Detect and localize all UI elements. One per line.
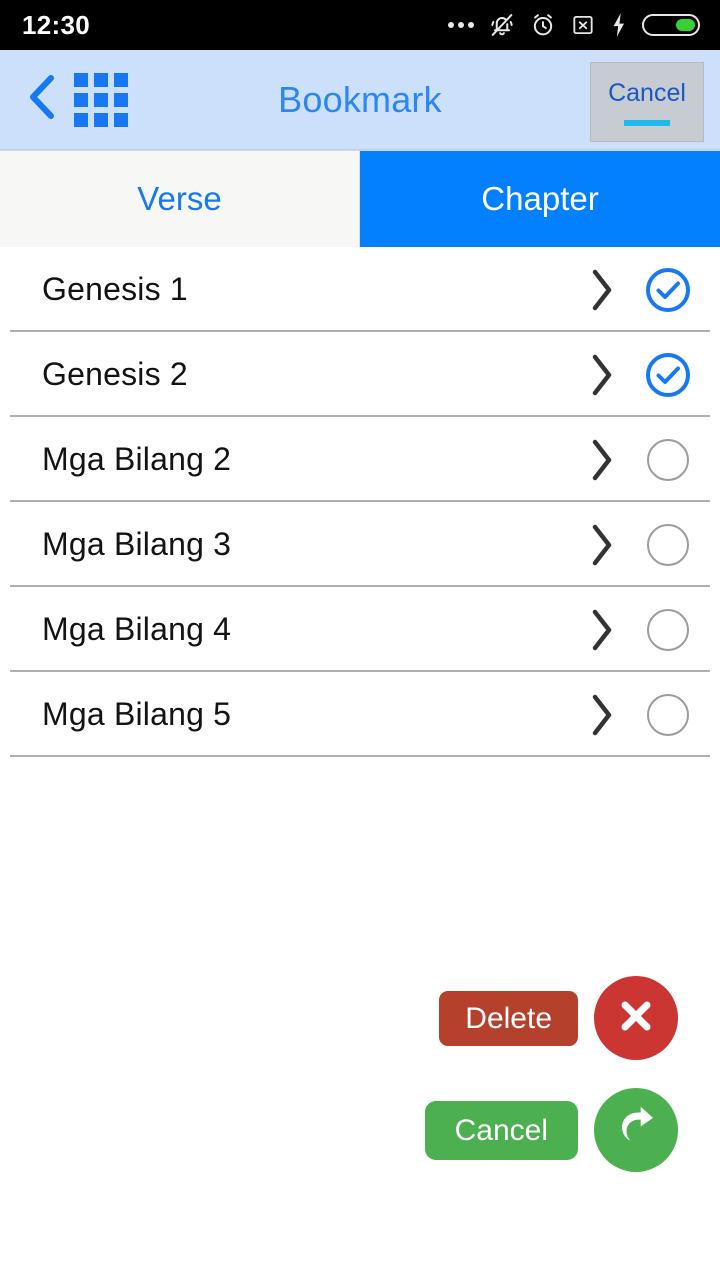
navbar-cancel-focus-indicator (624, 119, 670, 126)
navbar-left-group (0, 72, 128, 127)
status-icon-group (448, 11, 702, 39)
navbar-cancel-button[interactable]: Cancel (590, 62, 704, 142)
list-item[interactable]: Mga Bilang 3 (0, 502, 720, 587)
alarm-clock-icon (529, 11, 557, 39)
list-item-label: Genesis 2 (42, 356, 188, 392)
vibrate-off-icon (488, 11, 516, 39)
charging-bolt-icon (609, 12, 629, 38)
checkbox-unchecked-icon[interactable] (642, 520, 694, 570)
status-clock: 12:30 (22, 9, 90, 40)
apps-grid-icon[interactable] (74, 72, 128, 127)
close-x-icon (612, 992, 660, 1045)
list-item[interactable]: Genesis 1 (0, 247, 720, 332)
bottom-action-group: Delete Cancel (0, 976, 720, 1172)
navbar: Bookmark Cancel (0, 50, 720, 150)
delete-action-row: Delete (439, 976, 678, 1060)
chevron-right-icon[interactable] (576, 437, 628, 483)
back-chevron-icon[interactable] (24, 72, 58, 127)
tab-chapter[interactable]: Chapter (360, 151, 720, 247)
list-item-label: Mga Bilang 2 (42, 441, 232, 477)
battery-icon (642, 11, 702, 39)
list-item-label: Genesis 1 (42, 271, 188, 307)
chevron-right-icon[interactable] (576, 607, 628, 653)
list-item[interactable]: Mga Bilang 2 (0, 417, 720, 502)
redo-arrow-icon (608, 1100, 664, 1161)
tab-verse[interactable]: Verse (0, 151, 360, 247)
delete-label[interactable]: Delete (439, 990, 578, 1046)
cancel-label[interactable]: Cancel (424, 1100, 578, 1160)
list-item[interactable]: Genesis 2 (0, 332, 720, 417)
sim-x-icon (570, 12, 596, 38)
cancel-button[interactable] (594, 1088, 678, 1172)
checkbox-unchecked-icon[interactable] (642, 690, 694, 740)
tab-bar: Verse Chapter (0, 150, 720, 247)
more-dots-icon (448, 22, 474, 28)
checkbox-checked-icon[interactable] (642, 350, 694, 400)
checkbox-checked-icon[interactable] (642, 265, 694, 315)
chevron-right-icon[interactable] (576, 522, 628, 568)
cancel-action-row: Cancel (424, 1088, 678, 1172)
delete-button[interactable] (594, 976, 678, 1060)
list-item-divider (10, 755, 710, 757)
list-item-label: Mga Bilang 4 (42, 611, 232, 647)
app-root: 12:30 Bookmark Cancel Verse Chapter Gene… (0, 0, 720, 1280)
list-item-label: Mga Bilang 5 (42, 696, 232, 732)
chevron-right-icon[interactable] (576, 352, 628, 398)
chevron-right-icon[interactable] (576, 692, 628, 738)
list-item-label: Mga Bilang 3 (42, 526, 232, 562)
list-item[interactable]: Mga Bilang 4 (0, 587, 720, 672)
list-item[interactable]: Mga Bilang 5 (0, 672, 720, 757)
navbar-cancel-label: Cancel (608, 78, 686, 107)
chevron-right-icon[interactable] (576, 267, 628, 313)
checkbox-unchecked-icon[interactable] (642, 435, 694, 485)
status-bar: 12:30 (0, 0, 720, 50)
checkbox-unchecked-icon[interactable] (642, 605, 694, 655)
